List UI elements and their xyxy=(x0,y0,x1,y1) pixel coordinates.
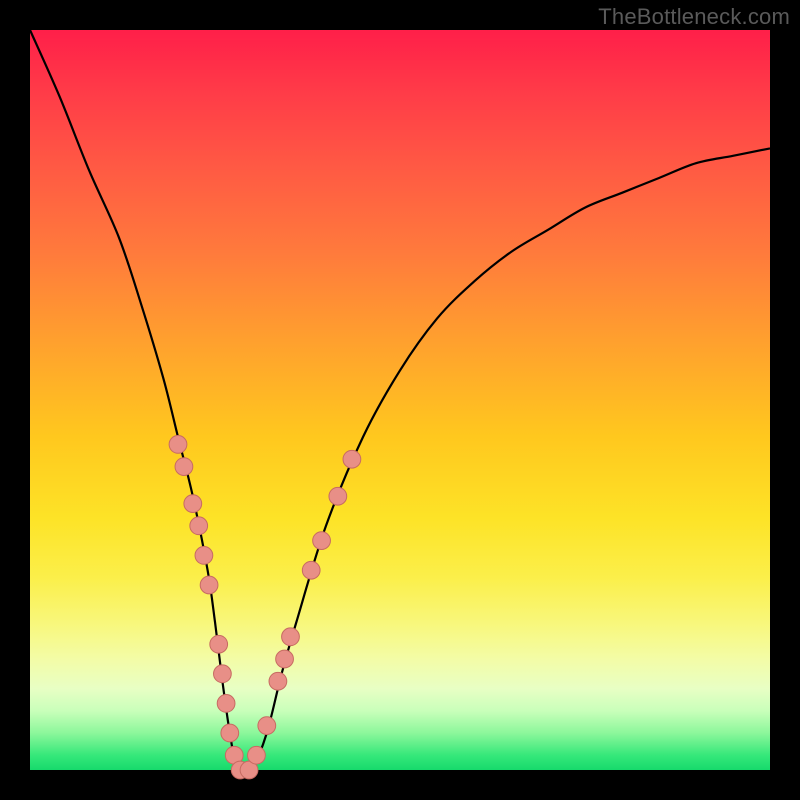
curve-marker xyxy=(184,495,202,513)
curve-marker xyxy=(169,436,187,454)
curve-marker xyxy=(210,635,228,653)
curve-marker xyxy=(329,487,347,505)
watermark-text: TheBottleneck.com xyxy=(598,4,790,30)
curve-marker xyxy=(200,576,218,594)
plot-area xyxy=(30,30,770,770)
curve-marker xyxy=(217,695,235,713)
outer-frame: TheBottleneck.com xyxy=(0,0,800,800)
curve-markers xyxy=(169,436,361,779)
curve-marker xyxy=(214,665,232,683)
curve-marker xyxy=(276,650,294,668)
curve-marker xyxy=(282,628,300,646)
curve-marker xyxy=(190,517,208,535)
bottleneck-curve-line xyxy=(30,30,770,773)
curve-marker xyxy=(195,547,213,565)
curve-marker xyxy=(302,561,320,579)
curve-marker xyxy=(221,724,239,742)
curve-marker xyxy=(175,458,193,476)
curve-marker xyxy=(313,532,331,550)
curve-marker xyxy=(248,746,266,764)
curve-marker xyxy=(343,450,361,468)
curve-marker xyxy=(258,717,276,735)
curve-svg xyxy=(30,30,770,770)
curve-marker xyxy=(269,672,287,690)
